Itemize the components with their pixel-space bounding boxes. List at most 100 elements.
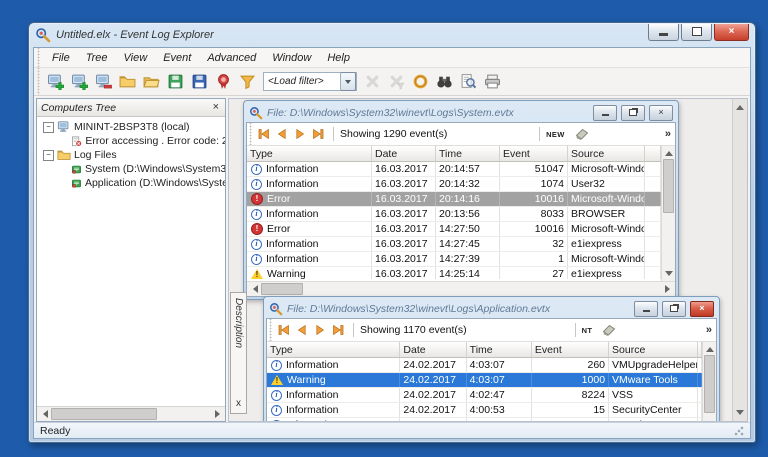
scroll-thumb[interactable] bbox=[51, 408, 157, 420]
application-window-titlebar[interactable]: File: D:\Windows\System32\winevt\Logs\Ap… bbox=[266, 299, 717, 318]
eraser-button[interactable] bbox=[573, 125, 591, 143]
event-row[interactable]: i Information 16.03.2017 20:13:56 8033 BROWSE… bbox=[247, 207, 661, 222]
minimize-button[interactable] bbox=[648, 23, 679, 41]
menu-help[interactable]: Help bbox=[319, 52, 358, 64]
open-log-button[interactable] bbox=[116, 71, 139, 93]
column-header-event[interactable]: Event bbox=[532, 342, 610, 357]
column-header-type[interactable]: Type bbox=[267, 342, 401, 357]
scroll-down-icon[interactable] bbox=[736, 410, 744, 419]
collapse-icon[interactable]: − bbox=[43, 121, 54, 133]
event-row[interactable]: i Information 24.02.2017 4:03:07 260 VMUpgrad… bbox=[267, 358, 702, 373]
menu-event[interactable]: Event bbox=[155, 52, 199, 64]
scroll-up-icon[interactable] bbox=[703, 342, 716, 355]
system-horizontal-scrollbar[interactable] bbox=[247, 281, 675, 296]
scroll-thumb[interactable] bbox=[704, 355, 715, 413]
computers-tree-close-button[interactable]: × bbox=[211, 102, 221, 113]
application-restore-button[interactable] bbox=[662, 300, 686, 317]
event-row[interactable]: i Information 16.03.2017 20:14:57 51047 Micro… bbox=[247, 162, 661, 177]
first-event-button[interactable] bbox=[275, 321, 293, 339]
app-titlebar[interactable]: Untitled.elx - Event Log Explorer × bbox=[29, 23, 755, 47]
tree-item-application-log[interactable]: Application (D:\Windows\System32\ bbox=[37, 176, 225, 190]
prev-event-button[interactable] bbox=[273, 125, 291, 143]
scroll-thumb[interactable] bbox=[663, 159, 674, 213]
system-vertical-scrollbar[interactable] bbox=[661, 146, 675, 281]
menu-tree[interactable]: Tree bbox=[78, 52, 116, 64]
last-event-button[interactable] bbox=[329, 321, 347, 339]
system-window-titlebar[interactable]: File: D:\Windows\System32\winevt\Logs\Sy… bbox=[246, 103, 676, 122]
scroll-left-icon[interactable] bbox=[247, 282, 261, 296]
view-details-button[interactable] bbox=[457, 71, 480, 93]
close-button[interactable]: × bbox=[714, 23, 749, 41]
column-header-time[interactable]: Time bbox=[467, 342, 532, 357]
event-row[interactable]: ! Error 16.03.2017 20:14:16 10016 Microsoft-W… bbox=[247, 192, 661, 207]
column-header-source[interactable]: Source bbox=[609, 342, 698, 357]
event-row[interactable]: ! Warning 16.03.2017 14:25:14 27 e1iexpress bbox=[247, 267, 661, 279]
clear-filter-button[interactable] bbox=[361, 71, 384, 93]
column-header-date[interactable]: Date bbox=[372, 146, 436, 161]
event-row[interactable]: i Information 16.03.2017 20:14:32 1074 User32 bbox=[247, 177, 661, 192]
application-vertical-scrollbar[interactable] bbox=[702, 342, 716, 421]
disable-filter-button[interactable] bbox=[385, 71, 408, 93]
column-header-event[interactable]: Event bbox=[500, 146, 568, 161]
event-row[interactable]: ! Error 16.03.2017 14:27:50 10016 Microsoft-W… bbox=[247, 222, 661, 237]
find-button[interactable] bbox=[433, 71, 456, 93]
event-row[interactable]: i Information 16.03.2017 14:27:45 32 e1iexpre… bbox=[247, 237, 661, 252]
filter-button[interactable] bbox=[236, 71, 259, 93]
save-button[interactable] bbox=[188, 71, 211, 93]
remove-computer-button[interactable] bbox=[92, 71, 115, 93]
toolbar-overflow-button[interactable]: » bbox=[702, 324, 716, 336]
menu-window[interactable]: Window bbox=[264, 52, 319, 64]
resize-grip[interactable] bbox=[734, 425, 744, 436]
column-header-date[interactable]: Date bbox=[400, 342, 467, 357]
mdi-vertical-scrollbar[interactable] bbox=[732, 99, 747, 421]
tree-item-error[interactable]: Error accessing . Error code: 2138 bbox=[37, 134, 225, 148]
description-close-button[interactable]: x bbox=[236, 399, 241, 413]
scroll-thumb[interactable] bbox=[261, 283, 303, 295]
prev-event-button[interactable] bbox=[293, 321, 311, 339]
first-event-button[interactable] bbox=[255, 125, 273, 143]
scroll-left-icon[interactable] bbox=[37, 407, 51, 421]
eraser-button[interactable] bbox=[600, 321, 618, 339]
menu-file[interactable]: File bbox=[44, 52, 78, 64]
event-row[interactable]: i Information 16.03.2017 14:27:39 1 Microsoft… bbox=[247, 252, 661, 267]
description-tab-label[interactable]: Description bbox=[233, 293, 244, 399]
scroll-up-icon[interactable] bbox=[662, 146, 675, 159]
open-folder-button[interactable] bbox=[140, 71, 163, 93]
load-filter-dropdown-button[interactable] bbox=[340, 72, 356, 91]
event-seal-button[interactable] bbox=[212, 71, 235, 93]
system-close-button[interactable]: × bbox=[649, 104, 673, 121]
refresh-button[interactable] bbox=[409, 71, 432, 93]
system-restore-button[interactable] bbox=[621, 104, 645, 121]
event-row[interactable]: ! Warning 24.02.2017 4:03:07 1000 VMware Tool… bbox=[267, 373, 702, 388]
application-minimize-button[interactable] bbox=[634, 300, 658, 317]
event-row[interactable]: iInformation24.02.20174:00:5315SecurityC… bbox=[267, 418, 702, 421]
column-header-type[interactable]: Type bbox=[247, 146, 372, 161]
save-workspace-button[interactable] bbox=[164, 71, 187, 93]
description-panel-tab[interactable]: Description x bbox=[230, 292, 247, 414]
menu-advanced[interactable]: Advanced bbox=[199, 52, 264, 64]
last-event-button[interactable] bbox=[309, 125, 327, 143]
system-minimize-button[interactable] bbox=[593, 104, 617, 121]
add-computer-button[interactable] bbox=[68, 71, 91, 93]
tree-horizontal-scrollbar[interactable] bbox=[37, 406, 225, 421]
next-event-button[interactable] bbox=[291, 125, 309, 143]
event-row[interactable]: iInformation24.02.20174:00:5315SecurityC… bbox=[267, 403, 702, 418]
scroll-down-icon[interactable] bbox=[662, 268, 675, 281]
column-header-time[interactable]: Time bbox=[436, 146, 500, 161]
scroll-up-icon[interactable] bbox=[736, 101, 744, 110]
menu-view[interactable]: View bbox=[116, 52, 156, 64]
collapse-icon[interactable]: − bbox=[43, 149, 54, 161]
print-button[interactable] bbox=[481, 71, 504, 93]
application-close-button[interactable]: × bbox=[690, 300, 714, 317]
connect-computer-button[interactable] bbox=[44, 71, 67, 93]
toolbar-overflow-button[interactable]: » bbox=[661, 128, 675, 140]
column-header-source[interactable]: Source bbox=[568, 146, 645, 161]
scroll-right-icon[interactable] bbox=[661, 282, 675, 296]
event-row[interactable]: i Information 24.02.2017 4:02:47 8224 VSS bbox=[267, 388, 702, 403]
scroll-right-icon[interactable] bbox=[211, 407, 225, 421]
maximize-button[interactable] bbox=[681, 23, 712, 41]
tree-item-log-files[interactable]: − Log Files bbox=[37, 148, 225, 162]
tree-item-computer[interactable]: − MININT-2BSP3T8 (local) bbox=[37, 120, 225, 134]
load-filter-combobox[interactable]: <Load filter> bbox=[263, 72, 357, 91]
next-event-button[interactable] bbox=[311, 321, 329, 339]
